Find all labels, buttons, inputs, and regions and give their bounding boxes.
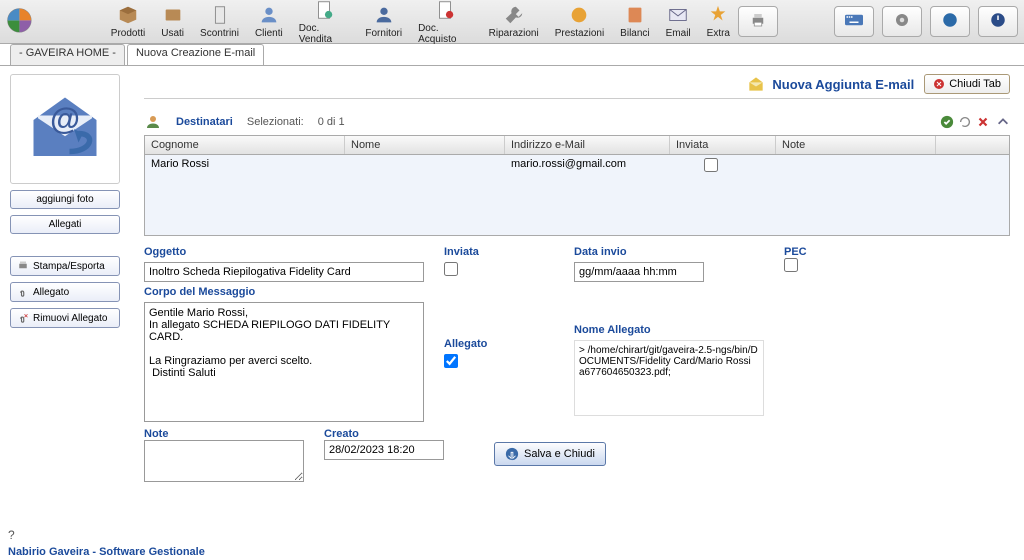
sync-icon xyxy=(941,11,959,29)
person-icon xyxy=(144,113,162,131)
balance-icon xyxy=(624,4,646,26)
used-icon xyxy=(162,4,184,26)
print-icon xyxy=(17,260,29,272)
print-export-button[interactable]: Stampa/Esporta xyxy=(10,256,120,276)
row-inviata-check[interactable] xyxy=(704,158,718,172)
col-email[interactable]: Indirizzo e-Mail xyxy=(505,136,670,154)
mail-open-icon xyxy=(746,74,766,94)
selected-label: Selezionati: xyxy=(247,116,304,128)
close-tab-button[interactable]: Chiudi Tab xyxy=(924,74,1010,94)
supplier-icon xyxy=(373,4,395,26)
pec-check[interactable] xyxy=(784,258,798,272)
doc-purchase-icon xyxy=(434,0,456,21)
toolbar-bilanci[interactable]: Bilanci xyxy=(620,4,649,39)
add-photo-button[interactable]: aggiungi foto xyxy=(10,190,120,209)
toolbar-prodotti[interactable]: Prodotti xyxy=(111,4,145,39)
footer-text: Nabirio Gaveira - Software Gestionale xyxy=(8,546,205,558)
toolbar-extra[interactable]: Extra xyxy=(707,4,730,39)
photo-frame: @ xyxy=(10,74,120,184)
toolbar-clienti[interactable]: Clienti xyxy=(255,4,283,39)
email-icon xyxy=(667,4,689,26)
toolbar-riparazioni[interactable]: Riparazioni xyxy=(489,4,539,39)
pec-label: PEC xyxy=(784,246,894,258)
toolbar-prestazioni[interactable]: Prestazioni xyxy=(555,4,604,39)
collapse-icon[interactable] xyxy=(996,115,1010,129)
sync-button[interactable] xyxy=(930,6,970,37)
power-button[interactable] xyxy=(978,6,1018,37)
toolbar-docacquisto[interactable]: Doc. Acquisto xyxy=(418,0,473,45)
receipt-icon xyxy=(209,4,231,26)
toolbar-scontrini[interactable]: Scontrini xyxy=(200,4,239,39)
oggetto-label: Oggetto xyxy=(144,246,424,258)
power-icon xyxy=(989,11,1007,29)
corpo-textarea[interactable] xyxy=(144,302,424,422)
wrench-icon xyxy=(503,4,525,26)
dest-label: Destinatari xyxy=(176,116,233,128)
printer-icon xyxy=(749,11,767,29)
check-icon[interactable] xyxy=(940,115,954,129)
attach-button[interactable]: Allegato xyxy=(10,282,120,302)
toolbar-fornitori[interactable]: Fornitori xyxy=(365,4,402,39)
keyboard-button[interactable] xyxy=(834,6,874,37)
toolbar-email[interactable]: Email xyxy=(666,4,691,39)
creato-input[interactable] xyxy=(324,440,444,460)
toolbar-usati[interactable]: Usati xyxy=(161,4,184,39)
oggetto-input[interactable] xyxy=(144,262,424,282)
email-large-icon: @ xyxy=(20,84,110,174)
col-inviata[interactable]: Inviata xyxy=(670,136,776,154)
save-icon xyxy=(505,447,519,461)
attachments-button[interactable]: Allegati xyxy=(10,215,120,234)
corpo-label: Corpo del Messaggio xyxy=(144,286,424,298)
allegato-check[interactable] xyxy=(444,354,458,368)
close-icon xyxy=(933,78,945,90)
delete-icon[interactable] xyxy=(976,115,990,129)
col-nome[interactable]: Nome xyxy=(345,136,505,154)
app-logo[interactable] xyxy=(6,7,33,37)
col-note[interactable]: Note xyxy=(776,136,936,154)
gear-button[interactable] xyxy=(882,6,922,37)
note-textarea[interactable] xyxy=(144,440,304,482)
recipients-grid: Cognome Nome Indirizzo e-Mail Inviata No… xyxy=(144,135,1010,236)
note-label: Note xyxy=(144,428,304,440)
refresh-icon[interactable] xyxy=(958,115,972,129)
doc-sale-icon xyxy=(313,0,335,21)
save-close-button[interactable]: Salva e Chiudi xyxy=(494,442,606,466)
col-cognome[interactable]: Cognome xyxy=(145,136,345,154)
data-invio-label: Data invio xyxy=(574,246,764,258)
remove-attach-button[interactable]: Rimuovi Allegato xyxy=(10,308,120,328)
inviata-label: Inviata xyxy=(444,246,554,258)
client-icon xyxy=(258,4,280,26)
selected-count: 0 di 1 xyxy=(318,116,345,128)
toolbar-docvendita[interactable]: Doc. Vendita xyxy=(299,0,350,45)
gear-icon xyxy=(893,11,911,29)
print-button[interactable] xyxy=(738,6,778,37)
help-icon[interactable]: ? xyxy=(8,528,15,542)
keyboard-icon xyxy=(845,11,863,29)
nome-allegato-label: Nome Allegato xyxy=(574,324,764,336)
inviata-check[interactable] xyxy=(444,262,458,276)
clip-remove-icon xyxy=(17,312,29,324)
data-invio-input[interactable] xyxy=(574,262,704,282)
extra-icon xyxy=(707,4,729,26)
tab-home[interactable]: - GAVEIRA HOME - xyxy=(10,44,125,65)
tab-current[interactable]: Nuova Creazione E-mail xyxy=(127,44,264,65)
box-icon xyxy=(117,4,139,26)
table-row[interactable]: Mario Rossi mario.rossi@gmail.com xyxy=(145,155,1009,175)
allegato-label: Allegato xyxy=(444,338,554,350)
nome-allegato-field[interactable]: > /home/chirart/git/gaveira-2.5-ngs/bin/… xyxy=(574,340,764,416)
creato-label: Creato xyxy=(324,428,474,440)
clip-icon xyxy=(17,286,29,298)
page-title: Nuova Aggiunta E-mail xyxy=(746,74,914,94)
service-icon xyxy=(568,4,590,26)
